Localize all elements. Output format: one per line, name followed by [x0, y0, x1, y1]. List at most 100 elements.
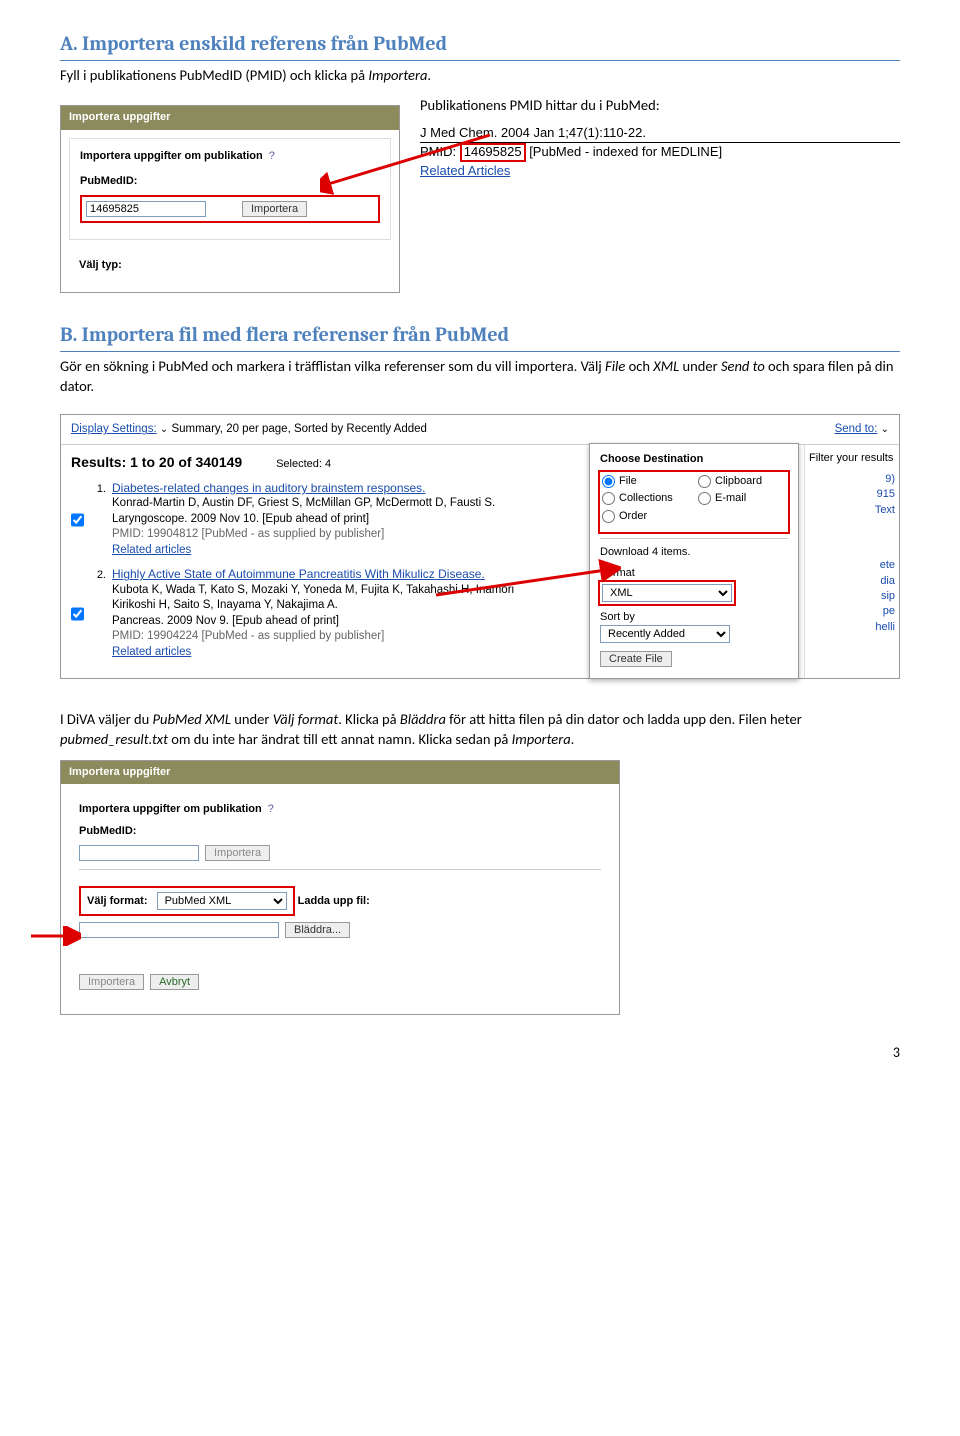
display-settings-link[interactable]: Display Settings:: [71, 423, 157, 435]
radio-file[interactable]: [602, 475, 615, 488]
sortby-label: Sort by: [600, 610, 788, 625]
panel2-header: Importera uppgifter: [61, 761, 619, 784]
result-related[interactable]: Related articles: [112, 645, 514, 661]
result-checkbox[interactable]: [71, 482, 84, 558]
pmid-input2[interactable]: [79, 845, 199, 861]
b-p2-e: om du inte har ändrat till ett annat nam…: [168, 730, 512, 748]
result-related[interactable]: Related articles: [112, 543, 495, 559]
b-p1-em1: File: [605, 357, 625, 375]
sidebit: pe: [809, 604, 895, 619]
pubmed-results-panel: Display Settings: ⌄ Summary, 20 per page…: [60, 414, 900, 679]
radio-collections[interactable]: [602, 492, 615, 505]
b-p2-em5: Importera: [512, 730, 571, 748]
cit-related[interactable]: Related Articles: [420, 162, 900, 180]
import-single-panel: Importera uppgifter Importera uppgifter …: [60, 105, 400, 293]
intro-b: Gör en sökning i PubMed och markera i tr…: [60, 356, 900, 397]
b-p1-em2: XML: [653, 357, 679, 375]
sortby-select[interactable]: Recently Added: [600, 625, 730, 643]
browse-button[interactable]: Bläddra...: [285, 922, 350, 938]
filter-title: Filter your results: [809, 451, 895, 466]
intro-a-dot: .: [427, 66, 431, 84]
sidebit: 915: [809, 487, 895, 502]
radio-clipboard[interactable]: [698, 475, 711, 488]
help-icon[interactable]: ?: [268, 803, 274, 815]
b-p2-c: . Klicka på: [338, 710, 400, 728]
create-file-button[interactable]: Create File: [600, 651, 672, 667]
opt-email[interactable]: E-mail: [698, 491, 786, 506]
results-count: Results: 1 to 20 of 340149: [71, 454, 242, 470]
result-authors: Konrad-Martin D, Austin DF, Griest S, Mc…: [112, 496, 495, 512]
sidebit: 9): [809, 472, 895, 487]
import-subtitle: Importera uppgifter om publikation: [80, 149, 263, 164]
result-journal: Laryngoscope. 2009 Nov 10. [Epub ahead o…: [112, 512, 495, 528]
cit-line1: J Med Chem. 2004 Jan 1;47(1):110-22.: [420, 124, 900, 143]
format-select2[interactable]: PubMed XML: [157, 892, 287, 910]
page-number: 3: [60, 1043, 900, 1063]
importera-button[interactable]: Importera: [242, 201, 307, 217]
b-p2-em2: Välj format: [273, 710, 339, 728]
sidebit: ete: [809, 558, 895, 573]
opt-collections[interactable]: Collections: [602, 491, 690, 506]
b-p2-b: under: [231, 710, 273, 728]
ladda-label: Ladda upp fil:: [298, 894, 370, 909]
heading-b: B. Importera fil med flera referenser fr…: [60, 321, 900, 352]
avbryt-button[interactable]: Avbryt: [150, 974, 199, 990]
cit-pmid-box: 14695825: [460, 143, 526, 162]
help-icon[interactable]: ?: [269, 150, 275, 162]
pmid-hint: Publikationens PMID hittar du i PubMed:: [420, 95, 900, 115]
results-selected: Selected: 4: [276, 458, 331, 470]
display-settings-value: Summary, 20 per page, Sorted by Recently…: [171, 423, 427, 435]
importera-button3[interactable]: Importera: [79, 974, 144, 990]
b-p1-a: Gör en sökning i PubMed och markera i tr…: [60, 357, 605, 375]
result-title[interactable]: Diabetes-related changes in auditory bra…: [112, 480, 495, 496]
radio-order[interactable]: [602, 510, 615, 523]
b-p2-f: .: [571, 730, 575, 748]
opt-file[interactable]: File: [602, 474, 690, 489]
result-title[interactable]: Highly Active State of Autoimmune Pancre…: [112, 566, 514, 582]
valj-format-label: Välj format:: [87, 894, 148, 909]
importera-button2[interactable]: Importera: [205, 845, 270, 861]
b-p2-em3: Bläddra: [400, 710, 446, 728]
cit-pmid-post: [PubMed - indexed for MEDLINE]: [526, 144, 723, 159]
b-p2-em1: PubMed XML: [153, 710, 231, 728]
b-p2-d: för att hitta filen på din dator och lad…: [446, 710, 802, 728]
pmid-label: PubMedID:: [80, 174, 137, 189]
b-p1-em3: Send to: [721, 357, 765, 375]
pmid-label2: PubMedID:: [79, 824, 136, 839]
choose-destination-label: Choose Destination: [600, 452, 788, 467]
b-p1-b: och: [625, 357, 653, 375]
sendto-popup: Choose Destination File Clipboard Collec…: [589, 443, 799, 678]
cit-pmid-pre: PMID:: [420, 144, 460, 159]
opt-order[interactable]: Order: [602, 509, 690, 524]
b-p2-a: I DiVA väljer du: [60, 710, 153, 728]
filter-sidebar: Filter your results 9) 915 Text ete dia …: [804, 445, 899, 679]
result-journal: Pancreas. 2009 Nov 9. [Epub ahead of pri…: [112, 614, 514, 630]
intro-a-text: Fyll i publikationens PubMedID (PMID) oc…: [60, 66, 368, 84]
b-p2-em4: pubmed_result.txt: [60, 730, 168, 748]
sidebit: dia: [809, 574, 895, 589]
result-pmid: PMID: 19904812 [PubMed - as supplied by …: [112, 527, 495, 543]
pmid-input[interactable]: [86, 201, 206, 217]
format-select[interactable]: XML: [602, 584, 732, 602]
heading-a: A. Importera enskild referens från PubMe…: [60, 30, 900, 61]
intro-a: Fyll i publikationens PubMedID (PMID) oc…: [60, 65, 900, 85]
para-b2: I DiVA väljer du PubMed XML under Välj f…: [60, 709, 900, 750]
result-authors2: Kirikoshi H, Saito S, Inayama Y, Nakajim…: [112, 598, 514, 614]
result-checkbox[interactable]: [71, 568, 84, 660]
panel-header: Importera uppgifter: [61, 106, 399, 129]
download-count: Download 4 items.: [600, 545, 788, 560]
valj-typ-label: Välj typ:: [79, 258, 122, 273]
file-path-input[interactable]: [79, 922, 279, 938]
result-pmid: PMID: 19904224 [PubMed - as supplied by …: [112, 629, 514, 645]
result-authors: Kubota K, Wada T, Kato S, Mozaki Y, Yone…: [112, 583, 514, 599]
radio-email[interactable]: [698, 492, 711, 505]
panel2-subtitle: Importera uppgifter om publikation: [79, 802, 262, 817]
send-to-link[interactable]: Send to:: [835, 423, 878, 435]
opt-clipboard[interactable]: Clipboard: [698, 474, 786, 489]
sidebit: sip: [809, 589, 895, 604]
result-number: 2.: [90, 566, 106, 660]
import-file-panel: Importera uppgifter Importera uppgifter …: [60, 760, 620, 1015]
pubmed-citation: J Med Chem. 2004 Jan 1;47(1):110-22. PMI…: [420, 124, 900, 180]
b-p1-c: under: [679, 357, 721, 375]
result-number: 1.: [90, 480, 106, 558]
